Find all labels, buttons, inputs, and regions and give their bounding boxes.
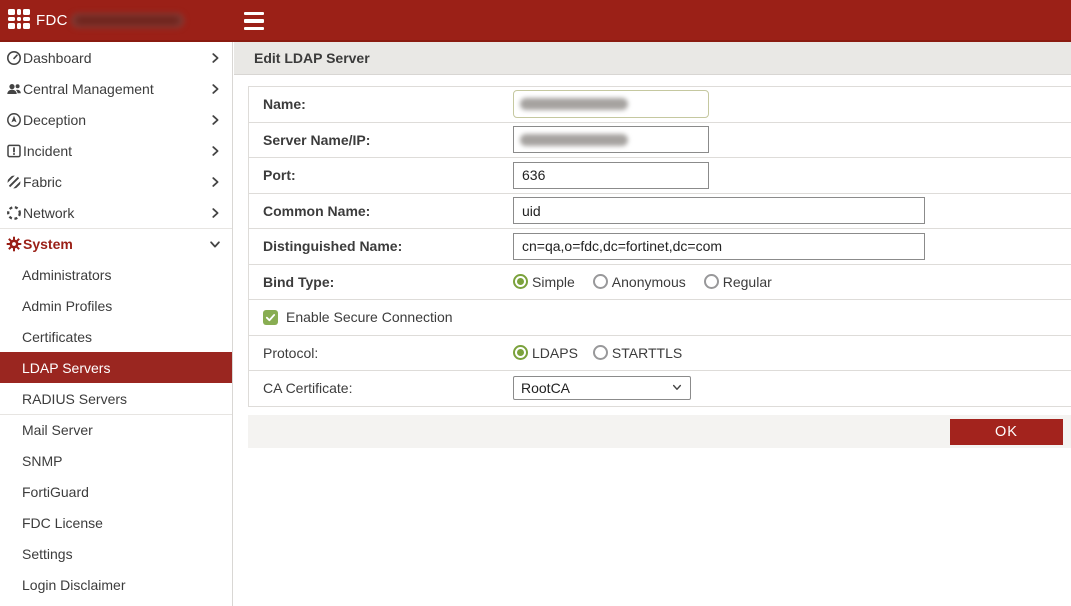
port-label: Port:: [263, 167, 513, 183]
chevron-down-icon: [671, 380, 683, 396]
chevron-right-icon: [208, 113, 222, 127]
sidebar-item-label: Dashboard: [23, 50, 92, 66]
bind-type-option-label[interactable]: Simple: [532, 274, 575, 290]
ca-certificate-label: CA Certificate:: [263, 380, 513, 396]
sidebar-item-mail-server[interactable]: Mail Server: [0, 414, 232, 445]
sidebar-item-ldap-servers[interactable]: LDAP Servers: [0, 352, 232, 383]
ok-button[interactable]: OK: [950, 419, 1063, 445]
ca-certificate-value: RootCA: [521, 380, 570, 396]
server-label: Server Name/IP:: [263, 132, 513, 148]
topbar: FDC: [0, 0, 1071, 42]
name-label: Name:: [263, 96, 513, 112]
sidebar-item-system[interactable]: System: [0, 228, 232, 259]
sidebar-item-login-disclaimer[interactable]: Login Disclaimer: [0, 569, 232, 600]
chevron-right-icon: [208, 175, 222, 189]
incident-alert-icon: [6, 143, 22, 159]
form-row-server: Server Name/IP:: [249, 123, 1071, 159]
ca-certificate-select[interactable]: RootCA: [513, 376, 691, 400]
name-input[interactable]: [513, 90, 709, 118]
hamburger-icon[interactable]: [244, 12, 264, 30]
chevron-right-icon: [208, 144, 222, 158]
common-name-label: Common Name:: [263, 203, 513, 219]
form-row-port: Port:: [249, 158, 1071, 194]
fortinet-grid-logo: [8, 9, 30, 31]
sidebar-item-fortiguard[interactable]: FortiGuard: [0, 476, 232, 507]
form-footer: OK: [248, 415, 1071, 448]
chevron-right-icon: [208, 206, 222, 220]
protocol-option-label[interactable]: LDAPS: [532, 345, 578, 361]
gauge-icon: [6, 50, 22, 66]
protocol-radio-starttls[interactable]: [593, 345, 608, 360]
sidebar-item-radius-servers[interactable]: RADIUS Servers: [0, 383, 232, 414]
page-title: Edit LDAP Server: [254, 50, 370, 66]
form-row-name: Name:: [249, 87, 1071, 123]
bind-type-label: Bind Type:: [263, 274, 513, 290]
chevron-down-icon: [208, 237, 222, 251]
enable-secure-connection-checkbox[interactable]: [263, 310, 278, 325]
bind-type-radio-simple[interactable]: [513, 274, 528, 289]
sidebar-item-dashboard[interactable]: Dashboard: [0, 42, 232, 73]
brand-label: FDC: [36, 12, 68, 29]
secure-connection-label[interactable]: Enable Secure Connection: [286, 309, 453, 325]
sidebar-item-label: Central Management: [23, 81, 154, 97]
sidebar-item-label: Network: [23, 205, 74, 221]
distinguished-name-input[interactable]: [513, 233, 925, 260]
sidebar-item-label: Fabric: [23, 174, 62, 190]
bind-type-radio-regular[interactable]: [704, 274, 719, 289]
sidebar: Dashboard Central Management Deception: [0, 42, 233, 606]
sidebar-item-snmp[interactable]: SNMP: [0, 445, 232, 476]
form-row-ca-certificate: CA Certificate: RootCA: [249, 371, 1071, 407]
server-name-ip-input[interactable]: [513, 126, 709, 153]
gear-icon: [6, 236, 22, 252]
protocol-radio-ldaps[interactable]: [513, 345, 528, 360]
sidebar-item-certificates[interactable]: Certificates: [0, 321, 232, 352]
sidebar-item-label: Deception: [23, 112, 86, 128]
redacted-hostname: [71, 13, 184, 28]
common-name-input[interactable]: [513, 197, 925, 224]
sidebar-item-central-management[interactable]: Central Management: [0, 73, 232, 104]
bind-type-option-label[interactable]: Regular: [723, 274, 772, 290]
port-input[interactable]: [513, 162, 709, 189]
sidebar-item-incident[interactable]: Incident: [0, 135, 232, 166]
protocol-label: Protocol:: [263, 345, 513, 361]
form-row-bind-type: Bind Type: Simple Anonymous Regular: [249, 265, 1071, 301]
app-window: FDC Dashboard Central Management: [0, 0, 1071, 606]
form-row-distinguished-name: Distinguished Name:: [249, 229, 1071, 265]
content-header: Edit LDAP Server: [234, 42, 1071, 75]
sidebar-item-network[interactable]: Network: [0, 197, 232, 228]
form-row-protocol: Protocol: LDAPS STARTTLS: [249, 336, 1071, 372]
sidebar-item-admin-profiles[interactable]: Admin Profiles: [0, 290, 232, 321]
network-icon: [6, 205, 22, 221]
ldap-form: Name: Server Name/IP: Port: Common Name:: [248, 86, 1071, 407]
protocol-option-label[interactable]: STARTTLS: [612, 345, 682, 361]
fabric-icon: [6, 174, 22, 190]
bind-type-option-label[interactable]: Anonymous: [612, 274, 686, 290]
bind-type-radio-anonymous[interactable]: [593, 274, 608, 289]
distinguished-name-label: Distinguished Name:: [263, 238, 513, 254]
sidebar-item-label: Incident: [23, 143, 72, 159]
chevron-right-icon: [208, 82, 222, 96]
sidebar-item-label: System: [23, 236, 73, 252]
sidebar-item-deception[interactable]: Deception: [0, 104, 232, 135]
deception-target-icon: [6, 112, 22, 128]
users-icon: [6, 81, 22, 97]
form-row-secure-connection: Enable Secure Connection: [249, 300, 1071, 336]
sidebar-item-administrators[interactable]: Administrators: [0, 259, 232, 290]
sidebar-item-fabric[interactable]: Fabric: [0, 166, 232, 197]
sidebar-item-settings[interactable]: Settings: [0, 538, 232, 569]
form-row-common-name: Common Name:: [249, 194, 1071, 230]
sidebar-item-fdc-license[interactable]: FDC License: [0, 507, 232, 538]
chevron-right-icon: [208, 51, 222, 65]
